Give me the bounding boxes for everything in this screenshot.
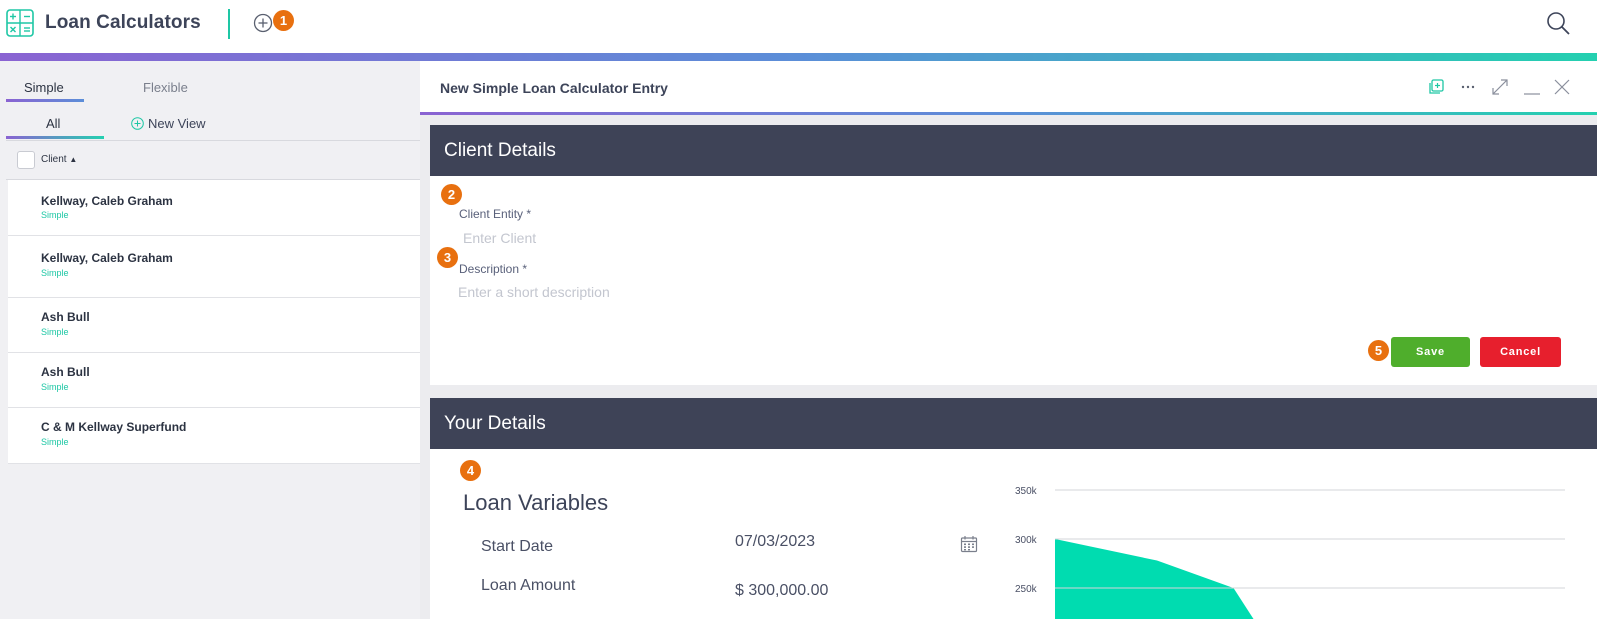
list-item-type: Simple bbox=[41, 268, 69, 278]
loan-amount-label: Loan Amount bbox=[481, 577, 576, 594]
list-item-type: Simple bbox=[41, 210, 69, 220]
search-icon[interactable] bbox=[1546, 11, 1570, 35]
divider bbox=[6, 140, 420, 141]
title-divider bbox=[228, 9, 230, 39]
list-item[interactable]: Kellway, Caleb Graham Simple bbox=[8, 180, 420, 236]
save-button[interactable]: Save bbox=[1391, 337, 1470, 367]
y-tick-label: 300k bbox=[1015, 535, 1038, 546]
list-panel: Simple Flexible All New View Client ▲ Ke… bbox=[0, 61, 420, 619]
list-item[interactable]: C & M Kellway Superfund Simple bbox=[8, 408, 420, 464]
sort-asc-icon: ▲ bbox=[69, 155, 78, 164]
step-marker-3: 3 bbox=[437, 247, 458, 268]
loan-balance-chart: 350k 300k 250k bbox=[1015, 486, 1565, 619]
section-title: Client Details bbox=[444, 140, 556, 161]
y-tick-label: 250k bbox=[1015, 584, 1038, 595]
column-header-label: Client bbox=[41, 154, 67, 165]
header-gradient-bar bbox=[0, 53, 1597, 61]
list-item[interactable]: Ash Bull Simple bbox=[8, 298, 420, 353]
list-item-type: Simple bbox=[41, 327, 69, 337]
step-marker-5: 5 bbox=[1368, 340, 1389, 361]
tab-simple[interactable]: Simple bbox=[24, 80, 64, 95]
section-title: Your Details bbox=[444, 413, 546, 434]
description-label: Description * bbox=[459, 262, 528, 276]
step-marker-4: 4 bbox=[460, 460, 481, 481]
step-marker-2: 2 bbox=[441, 184, 462, 205]
start-date-label: Start Date bbox=[481, 538, 554, 555]
list-item[interactable]: Ash Bull Simple bbox=[8, 353, 420, 408]
section-header: Your Details bbox=[430, 398, 1597, 449]
app-title: Loan Calculators bbox=[45, 12, 201, 33]
loan-variables-title: Loan Variables bbox=[463, 490, 609, 515]
add-circle-icon[interactable] bbox=[253, 13, 273, 33]
section-header: Client Details bbox=[430, 125, 1597, 176]
active-tab-underline bbox=[6, 99, 84, 102]
new-view-label: New View bbox=[148, 116, 206, 131]
step-marker-1: 1 bbox=[273, 10, 294, 31]
close-icon[interactable] bbox=[1553, 78, 1571, 96]
list-item-type: Simple bbox=[41, 382, 69, 392]
more-options-icon[interactable] bbox=[1459, 78, 1477, 96]
panel-header: New Simple Loan Calculator Entry bbox=[420, 61, 1597, 112]
list-item-type: Simple bbox=[41, 437, 69, 447]
list-item-name: Kellway, Caleb Graham bbox=[41, 251, 173, 265]
expand-icon[interactable] bbox=[1491, 78, 1509, 96]
description-input[interactable]: Enter a short description bbox=[458, 284, 610, 300]
list-item-name: Kellway, Caleb Graham bbox=[41, 194, 173, 208]
list-item-name: Ash Bull bbox=[41, 365, 90, 379]
view-all[interactable]: All bbox=[46, 116, 60, 131]
panel-header-gradient bbox=[420, 112, 1597, 115]
add-circle-icon bbox=[131, 117, 144, 130]
duplicate-icon[interactable] bbox=[1427, 78, 1445, 96]
entry-panel: New Simple Loan Calculator Entry Client … bbox=[420, 61, 1597, 619]
minimize-icon[interactable] bbox=[1523, 78, 1541, 96]
calendar-icon[interactable] bbox=[960, 535, 978, 553]
column-header-client[interactable]: Client ▲ bbox=[41, 154, 77, 165]
client-entity-label: Client Entity * bbox=[459, 207, 532, 221]
tab-flexible[interactable]: Flexible bbox=[143, 80, 188, 95]
cancel-button[interactable]: Cancel bbox=[1480, 337, 1561, 367]
active-view-underline bbox=[6, 136, 104, 139]
y-tick-label: 350k bbox=[1015, 486, 1038, 497]
top-bar: Loan Calculators 1 bbox=[0, 0, 1597, 53]
client-details-section: Client Details 2 Client Entity * Enter C… bbox=[430, 125, 1597, 385]
start-date-input[interactable]: 07/03/2023 bbox=[735, 533, 815, 551]
list-item-name: Ash Bull bbox=[41, 310, 90, 324]
select-all-checkbox[interactable] bbox=[17, 151, 35, 169]
calculator-grid-icon bbox=[6, 9, 34, 37]
loan-amount-input[interactable]: $ 300,000.00 bbox=[735, 582, 828, 600]
area-series bbox=[1055, 539, 1254, 619]
list-item-name: C & M Kellway Superfund bbox=[41, 420, 187, 434]
new-view-button[interactable]: New View bbox=[131, 116, 206, 131]
panel-title: New Simple Loan Calculator Entry bbox=[440, 80, 668, 96]
client-list: Kellway, Caleb Graham Simple Kellway, Ca… bbox=[8, 180, 420, 464]
client-entity-input[interactable]: Enter Client bbox=[463, 230, 536, 246]
your-details-section: Your Details 4 Loan Variables Start Date… bbox=[430, 398, 1597, 619]
list-item[interactable]: Kellway, Caleb Graham Simple bbox=[8, 236, 420, 298]
